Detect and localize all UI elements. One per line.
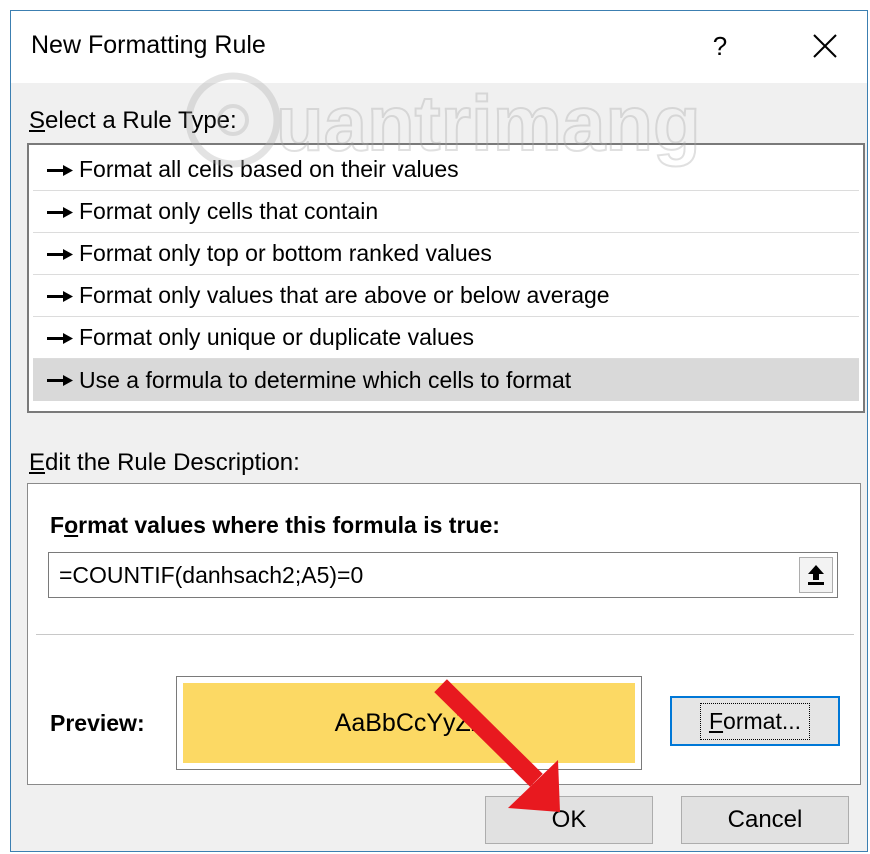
rule-item-above-below-average[interactable]: Format only values that are above or bel… [33,275,859,317]
arrow-bullet-icon [47,332,73,344]
close-icon [813,34,837,58]
rule-item-all-cells[interactable]: Format all cells based on their values [33,149,859,191]
rule-description-panel: Format values where this formula is true… [27,483,861,785]
arrow-bullet-icon [47,375,73,386]
format-button-label: Format... [699,702,811,740]
rule-item-label: Use a formula to determine which cells t… [79,366,572,393]
rule-item-label: Format all cells based on their values [79,156,459,182]
ok-label: OK [551,806,587,833]
arrow-bullet-icon [47,290,73,302]
rule-item-label: Format only unique or duplicate values [79,324,475,350]
help-icon: ? [712,30,728,61]
arrow-bullet-icon [47,164,73,176]
rule-type-label: Select a Rule Type: [29,107,237,134]
formula-label: Format values where this formula is true… [50,512,500,538]
divider [36,634,854,635]
rule-item-label: Format only values that are above or bel… [79,282,610,308]
rule-item-unique-duplicate[interactable]: Format only unique or duplicate values [33,317,859,359]
format-button[interactable]: Format... [670,696,840,746]
cancel-button[interactable]: Cancel [681,796,849,844]
rule-item-use-formula[interactable]: Use a formula to determine which cells t… [33,359,859,401]
ok-button[interactable]: OK [485,796,653,844]
rule-item-cells-contain[interactable]: Format only cells that contain [33,191,859,233]
close-button[interactable] [799,23,851,69]
formula-value: =COUNTIF(danhsach2;A5)=0 [59,561,364,588]
rule-item-top-bottom[interactable]: Format only top or bottom ranked values [33,233,859,275]
title-bar: New Formatting Rule ? [11,11,867,83]
help-button[interactable]: ? [694,23,746,69]
formula-input[interactable]: =COUNTIF(danhsach2;A5)=0 [48,552,838,598]
arrow-bullet-icon [47,206,73,218]
rule-description-label: Edit the Rule Description: [29,449,300,476]
dialog-title: New Formatting Rule [31,31,266,59]
cancel-label: Cancel [727,806,803,833]
rule-type-list[interactable]: Format all cells based on their values F… [27,143,865,413]
new-formatting-rule-dialog: New Formatting Rule ? Select a Rule Type… [10,10,868,852]
preview-sample: AaBbCcYyZz [183,683,635,763]
rule-item-label: Format only top or bottom ranked values [79,240,492,266]
rule-item-label: Format only cells that contain [79,198,379,224]
collapse-dialog-button[interactable] [799,557,833,593]
arrow-bullet-icon [47,248,73,260]
preview-label: Preview: [50,710,145,736]
preview-box: AaBbCcYyZz [176,676,642,770]
preview-text: AaBbCcYyZz [334,708,484,737]
upload-arrow-icon [808,565,824,585]
